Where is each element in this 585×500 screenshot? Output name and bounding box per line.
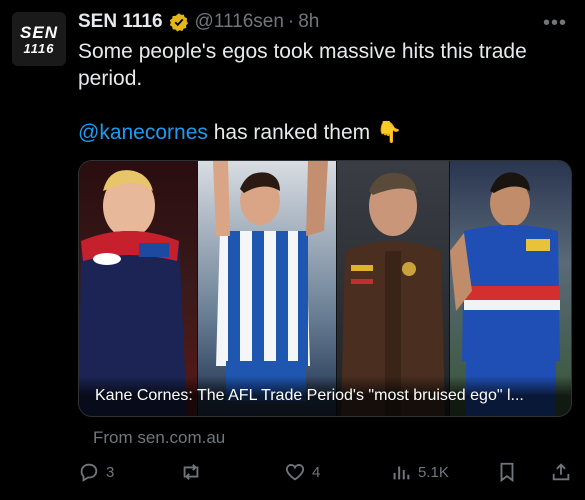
tweet-line-2-text: has ranked them	[207, 121, 376, 144]
gold-verified-badge-icon[interactable]	[169, 12, 189, 32]
separator-dot: ·	[287, 11, 295, 32]
tweet-line-1: Some people's egos took massive hits thi…	[78, 40, 527, 90]
share-button[interactable]	[550, 458, 572, 486]
analytics-icon	[393, 466, 410, 480]
link-card[interactable]: Kane Cornes: The AFL Trade Period's "mos…	[78, 160, 572, 417]
reply-button[interactable]: 3	[78, 458, 114, 486]
tweet-actions: 3 4 5.1K	[78, 458, 572, 486]
card-caption: Kane Cornes: The AFL Trade Period's "mos…	[95, 387, 524, 404]
tweet-header: SEN 1116 @1116sen · 8h	[78, 10, 565, 34]
tweet-line-2: @kanecornes has ranked them 👇	[78, 119, 558, 146]
link-source[interactable]: From sen.com.au	[93, 428, 225, 448]
view-count: 5.1K	[418, 463, 449, 481]
bookmark-icon	[500, 462, 514, 483]
mention-link[interactable]: @kanecornes	[78, 121, 208, 144]
author-handle[interactable]: @1116sen	[195, 11, 284, 33]
author-name[interactable]: SEN 1116	[78, 11, 163, 33]
card-caption-overlay: Kane Cornes: The AFL Trade Period's "mos…	[79, 376, 571, 416]
heart-icon	[285, 464, 305, 481]
reply-icon	[80, 463, 98, 482]
more-options-icon[interactable]: •••	[543, 12, 567, 35]
like-button[interactable]: 4	[284, 458, 320, 486]
reply-count: 3	[106, 463, 115, 481]
pointing-down-emoji: 👇	[375, 121, 403, 144]
share-icon	[552, 463, 570, 481]
like-count: 4	[312, 463, 321, 481]
bookmark-button[interactable]	[496, 458, 518, 486]
avatar-logo-text: SEN	[20, 22, 58, 42]
retweet-button[interactable]	[180, 458, 208, 486]
avatar-logo-number: 1116	[23, 40, 55, 56]
tweet-timestamp[interactable]: 8h	[298, 11, 319, 33]
views-button[interactable]: 5.1K	[390, 458, 449, 486]
avatar[interactable]: SEN 1116	[12, 12, 66, 66]
retweet-icon	[183, 464, 199, 480]
tweet-text: Some people's egos took massive hits thi…	[78, 38, 558, 146]
